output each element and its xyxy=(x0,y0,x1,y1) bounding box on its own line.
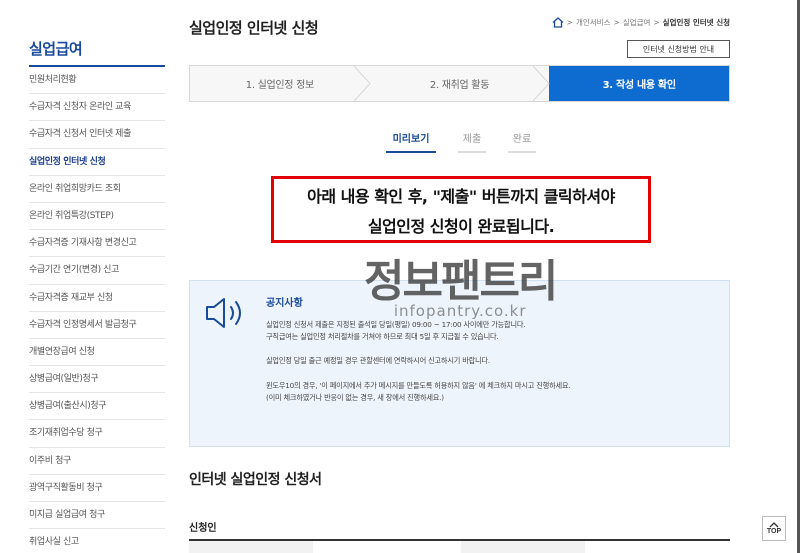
breadcrumb-separator: > xyxy=(613,18,620,27)
home-icon[interactable] xyxy=(552,17,564,28)
chevron-right-icon xyxy=(533,66,551,101)
breadcrumb: > 개인서비스 > 실업급여 > 실업인정 인터넷 신청 xyxy=(552,17,730,28)
notice-line: (이미 체크하였거나 반응이 없는 경우, 새 창에서 진행하세요.) xyxy=(266,392,444,402)
breadcrumb-separator: > xyxy=(653,18,660,27)
red-notice-box: 아래 내용 확인 후, "제출" 버튼까지 클릭하셔야 실업인정 신청이 완료됩… xyxy=(271,176,651,243)
subtabs: 미리보기 제출 완료 xyxy=(386,130,536,153)
page-title: 실업인정 인터넷 신청 xyxy=(189,19,319,37)
table-header-cell xyxy=(461,541,585,553)
tab-submit[interactable]: 제출 xyxy=(458,130,486,153)
sidebar-item[interactable]: 수급기간 연기(변경) 신고 xyxy=(29,257,165,285)
breadcrumb-separator: > xyxy=(566,18,573,27)
sidebar-item[interactable]: 수급자격 신청서 인터넷 제출 xyxy=(29,121,165,149)
step-3-label: 3. 작성 내용 확인 xyxy=(602,80,676,91)
sidebar-item[interactable]: 이주비 청구 xyxy=(29,448,165,475)
notice-line: 구직급여는 실업인정 처리절차를 거쳐야 하므로 최대 5일 후 지급될 수 있… xyxy=(266,332,499,342)
sidebar-item[interactable]: 미지급 실업급여 청구 xyxy=(29,502,165,530)
breadcrumb-item-unemployment[interactable]: 실업급여 xyxy=(623,17,651,28)
sidebar-item[interactable]: 상병급여(일반)청구 xyxy=(29,366,165,394)
breadcrumb-item-current: 실업인정 인터넷 신청 xyxy=(662,18,730,27)
applicant-label: 신청인 xyxy=(189,523,217,534)
sidebar-item[interactable]: 수급자격 신청자 온라인 교육 xyxy=(29,94,165,122)
table-header-cell xyxy=(189,541,313,553)
guide-button[interactable]: 인터넷 신청방법 안내 xyxy=(627,40,730,58)
sidebar-item[interactable]: 광역구직활동비 청구 xyxy=(29,475,165,502)
breadcrumb-item-personal[interactable]: 개인서비스 xyxy=(576,17,611,28)
sidebar-item[interactable]: 민원처리현황 xyxy=(29,67,165,95)
sidebar-item[interactable]: 수급자격증 기재사항 변경신고 xyxy=(29,230,165,258)
step-1-label: 1. 실업인정 정보 xyxy=(245,80,314,91)
sidebar-item[interactable]: 취업사실 신고 xyxy=(29,529,165,553)
sidebar-item[interactable]: 수급자격증 재교부 신청 xyxy=(29,285,165,312)
scroll-top-label: TOP xyxy=(766,528,782,535)
step-2: 2. 재취업 활동 xyxy=(370,66,551,101)
sidebar-item[interactable]: 조기재취업수당 청구 xyxy=(29,420,165,448)
section-title: 인터넷 실업인정 신청서 xyxy=(189,472,322,488)
sidebar-title: 실업급여 xyxy=(29,38,165,67)
notice-box: 공지사항 실업인정 신청서 제출은 지정된 출석일 당일(평일) 09:00 ~… xyxy=(189,280,730,447)
step-2-label: 2. 재취업 활동 xyxy=(429,80,490,91)
notice-line: 실업인정 당일 출근 예정일 경우 관할센터에 연락하시어 신고하시기 바랍니다… xyxy=(266,356,490,366)
notice-line: 실업인정 신청서 제출은 지정된 출석일 당일(평일) 09:00 ~ 17:0… xyxy=(266,320,526,329)
step-1: 1. 실업인정 정보 xyxy=(190,66,371,101)
notice-body: 실업인정 신청서 제출은 지정된 출석일 당일(평일) 09:00 ~ 17:0… xyxy=(266,319,571,404)
step-3: 3. 작성 내용 확인 xyxy=(549,66,730,101)
sidebar-item[interactable]: 수급자격 인정명세서 발급청구 xyxy=(29,312,165,339)
tab-preview[interactable]: 미리보기 xyxy=(386,130,436,153)
tab-complete[interactable]: 완료 xyxy=(508,130,536,153)
scroll-top-button[interactable]: TOP xyxy=(762,516,786,541)
sidebar-item[interactable]: 실업인정 인터넷 신청 xyxy=(29,149,165,176)
sidebar-item[interactable]: 온라인 취업특강(STEP) xyxy=(29,203,165,231)
step-progress: 1. 실업인정 정보 2. 재취업 활동 3. 작성 내용 확인 xyxy=(189,65,730,102)
notice-line: 윈도우10의 경우, '이 페이지에서 추가 메시지를 만들도록 허용하지 않음… xyxy=(266,380,571,390)
speaker-icon xyxy=(206,298,241,328)
sidebar-item[interactable]: 상병급여(출산시)청구 xyxy=(29,393,165,421)
sidebar-item[interactable]: 온라인 취업희망카드 조회 xyxy=(29,176,165,203)
sidebar-item[interactable]: 개별연장급여 신청 xyxy=(29,339,165,367)
red-notice-line-1: 아래 내용 확인 후, "제출" 버튼까지 클릭하셔야 xyxy=(307,186,615,206)
chevron-right-icon xyxy=(353,66,371,101)
sidebar: 실업급여 민원처리현황 수급자격 신청자 온라인 교육 수급자격 신청서 인터넷 제… xyxy=(29,38,165,553)
notice-title: 공지사항 xyxy=(266,298,303,309)
sidebar-list: 민원처리현황 수급자격 신청자 온라인 교육 수급자격 신청서 인터넷 제출 실업인정… xyxy=(29,67,165,553)
red-notice-line-2: 실업인정 신청이 완료됩니다. xyxy=(367,216,555,236)
